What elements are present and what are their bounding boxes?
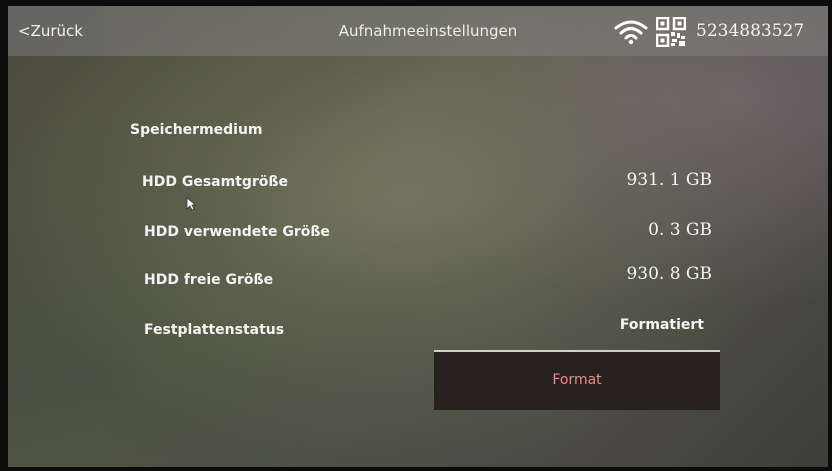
hdd-free-label: HDD freie Größe xyxy=(144,272,274,288)
disk-status-label: Festplattenstatus xyxy=(144,322,285,338)
disk-status-value: Formatiert xyxy=(619,317,704,333)
storage-section-label: Speichermedium xyxy=(130,122,263,138)
header-bar: <Zurück Aufnahmeeinstellungen 5234883527 xyxy=(8,6,828,56)
device-id: 5234883527 xyxy=(696,21,805,41)
format-button[interactable]: Format xyxy=(434,350,720,410)
wifi-icon xyxy=(614,20,648,45)
hdd-total-label: HDD Gesamtgröße xyxy=(142,174,288,190)
hdd-total-value: 931. 1 GB xyxy=(626,170,712,190)
back-button[interactable]: <Zurück xyxy=(8,6,104,56)
hdd-free-value: 930. 8 GB xyxy=(626,264,712,284)
page-title: Aufnahmeeinstellungen xyxy=(338,22,518,40)
screen: <Zurück Aufnahmeeinstellungen 5234883527… xyxy=(8,6,828,467)
mouse-cursor-icon xyxy=(186,197,196,211)
qr-code-icon[interactable] xyxy=(656,17,686,47)
hdd-used-label: HDD verwendete Größe xyxy=(144,224,330,240)
hdd-used-value: 0. 3 GB xyxy=(648,220,712,240)
